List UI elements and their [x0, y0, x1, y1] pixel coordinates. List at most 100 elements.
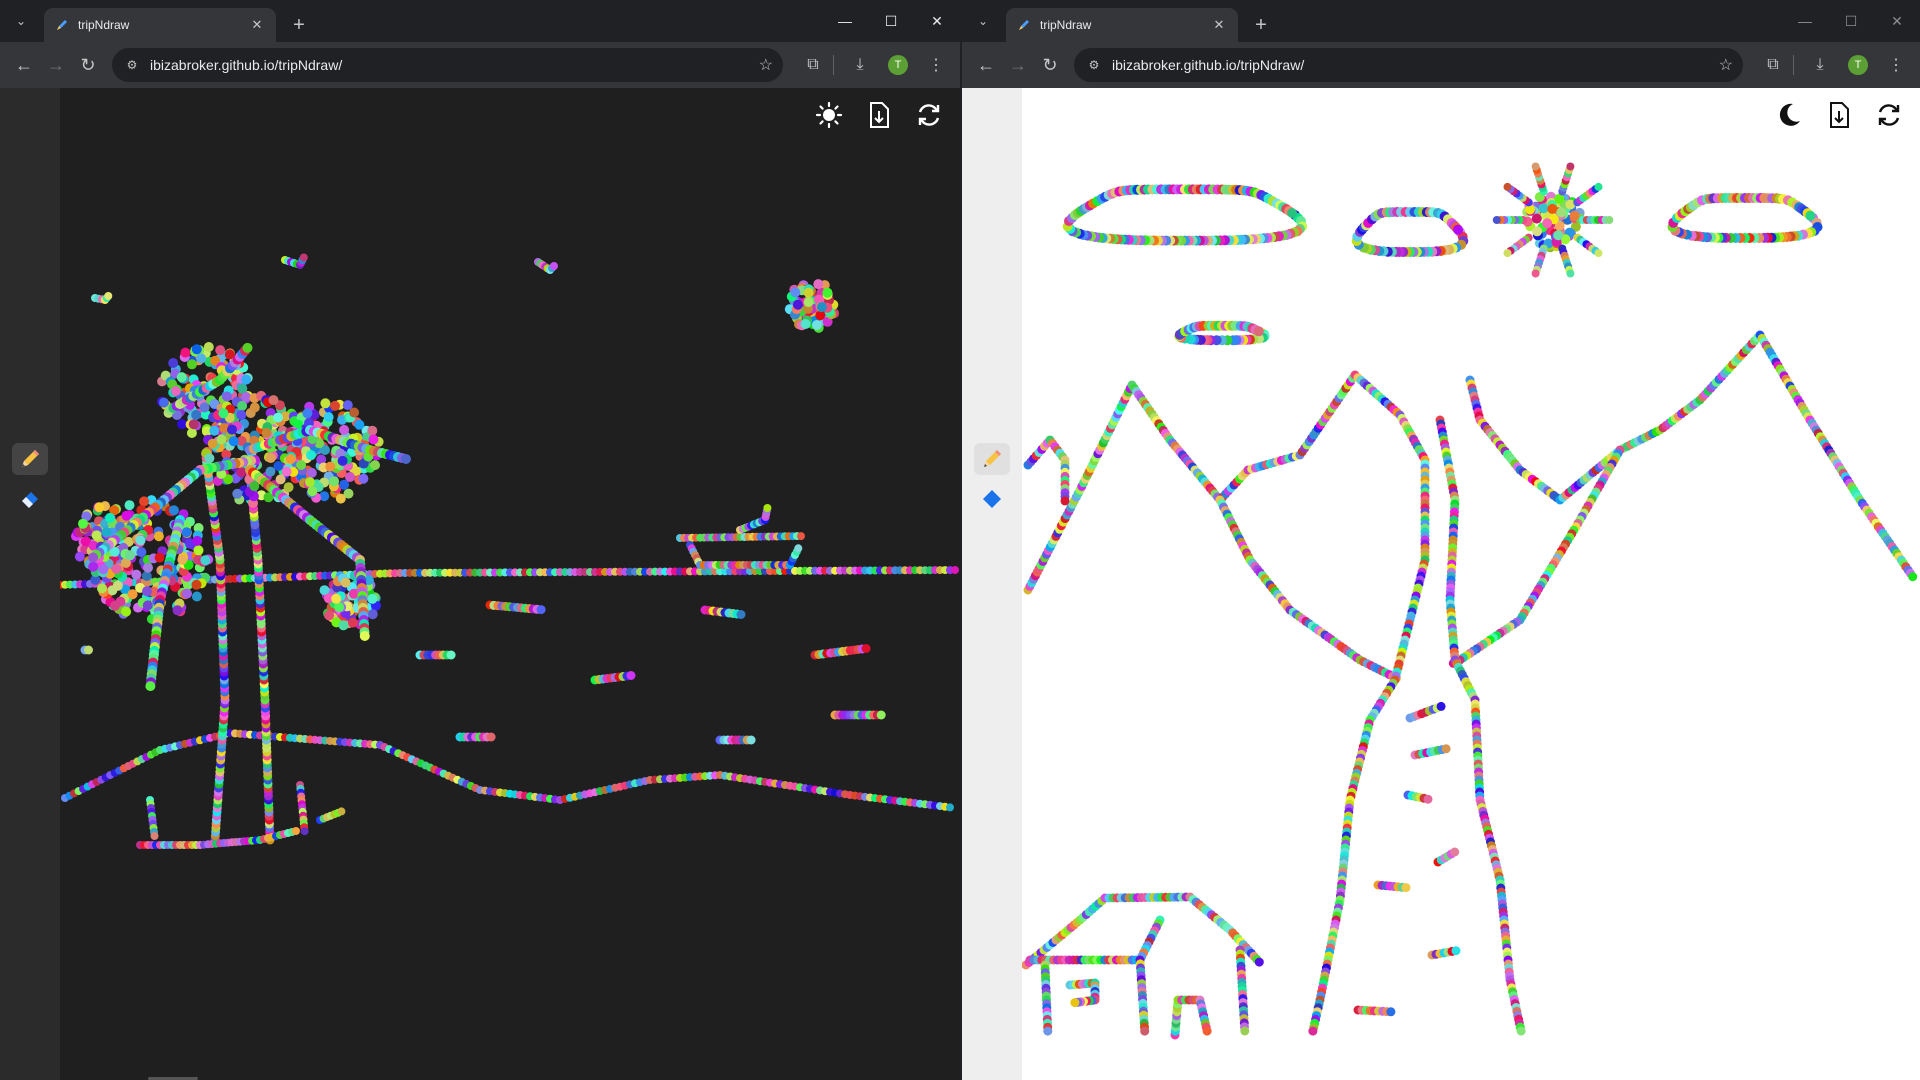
address-bar[interactable]: ⚙ ibizabroker.github.io/tripNdraw/ ☆	[1074, 48, 1743, 82]
tab-search-button[interactable]: ⌄	[968, 6, 998, 36]
chevron-down-icon: ⌄	[15, 14, 27, 28]
profile-button[interactable]: T	[882, 49, 914, 81]
profile-button[interactable]: T	[1842, 49, 1874, 81]
shore-stroke	[61, 729, 954, 812]
drawing-canvas[interactable]	[60, 88, 960, 1080]
close-tab-icon[interactable]: ✕	[248, 16, 266, 34]
new-tab-button[interactable]: +	[1246, 10, 1276, 40]
maximize-button[interactable]: ☐	[1828, 0, 1874, 42]
theme-toggle-button[interactable]	[812, 98, 846, 132]
cloud-stroke	[1667, 193, 1823, 243]
reset-canvas-button[interactable]	[912, 98, 946, 132]
cloud-stroke	[1174, 320, 1270, 346]
menu-icon[interactable]: ⋮	[920, 49, 952, 81]
pencil-icon	[984, 450, 1001, 467]
extensions-icon[interactable]: ⧉	[1757, 49, 1789, 81]
drawing-canvas[interactable]	[1022, 88, 1920, 1080]
tool-panel	[962, 88, 1022, 1080]
app-actions	[812, 98, 946, 132]
tab-tripndraw[interactable]: tripNdraw ✕	[1006, 8, 1238, 42]
bookmark-star-icon[interactable]: ☆	[759, 55, 773, 75]
downloads-icon[interactable]: ⤓	[1804, 49, 1836, 81]
ripple-stroke	[830, 710, 886, 720]
toolbar-divider	[1793, 55, 1794, 75]
minimize-button[interactable]: —	[1782, 0, 1828, 42]
eraser-tool-button[interactable]	[12, 483, 48, 515]
close-window-button[interactable]: ✕	[1874, 0, 1920, 42]
minimize-button[interactable]: —	[822, 0, 868, 42]
grass-tuft	[146, 796, 159, 840]
pencil-tool-button[interactable]	[974, 443, 1010, 475]
ripple-stroke	[715, 735, 756, 745]
url-text: ibizabroker.github.io/tripNdraw/	[1112, 57, 1305, 73]
tool-panel	[0, 88, 60, 1080]
back-button[interactable]: ←	[8, 49, 40, 81]
river-ripple	[1405, 701, 1446, 723]
sun-ray	[1573, 182, 1603, 207]
pencil-tool-button[interactable]	[12, 443, 48, 475]
bird-stroke	[91, 292, 113, 304]
theme-toggle-button[interactable]	[1772, 98, 1806, 132]
moon-blob	[784, 279, 840, 333]
pencil-favicon-icon	[1016, 17, 1032, 33]
house-wall	[1040, 960, 1053, 1036]
back-button[interactable]: ←	[970, 49, 1002, 81]
forward-button[interactable]: →	[40, 49, 72, 81]
maximize-button[interactable]: ☐	[868, 0, 914, 42]
river-ripple	[1410, 744, 1451, 760]
tab-strip: ⌄ tripNdraw ✕ +	[962, 0, 1920, 42]
eraser-icon	[22, 492, 38, 508]
bird-stroke	[534, 258, 558, 274]
site-info-icon[interactable]: ⚙	[122, 55, 142, 75]
download-file-icon	[1830, 102, 1849, 128]
new-tab-button[interactable]: +	[284, 10, 314, 40]
river-stroke	[1435, 415, 1526, 1036]
sun-ray	[1573, 233, 1603, 258]
house-roof	[1185, 892, 1264, 967]
river-ripple	[1427, 946, 1461, 960]
toolbar-divider	[833, 55, 834, 75]
mountain-stroke	[1465, 330, 1918, 582]
reload-button[interactable]: ↻	[72, 49, 104, 81]
reload-button[interactable]: ↻	[1034, 49, 1066, 81]
download-button[interactable]	[1822, 98, 1856, 132]
downloads-icon[interactable]: ⤓	[844, 49, 876, 81]
river-ripple	[1373, 880, 1411, 893]
sun-icon	[815, 101, 843, 129]
forward-button[interactable]: →	[1002, 49, 1034, 81]
river-ripple	[1353, 1005, 1396, 1017]
sun-ray	[1503, 182, 1533, 207]
close-window-button[interactable]: ✕	[914, 0, 960, 42]
chevron-down-icon: ⌄	[977, 14, 989, 28]
palm-trunk	[245, 469, 275, 845]
ripple-stroke	[700, 605, 746, 619]
river-ripple	[1403, 790, 1433, 804]
mountain-stroke	[1215, 495, 1401, 683]
menu-icon[interactable]: ⋮	[1880, 49, 1912, 81]
pencil-favicon-icon	[54, 17, 70, 33]
house-door	[1170, 995, 1212, 1040]
house-wall	[1135, 915, 1165, 1036]
browser-toolbar: ← → ↻ ⚙ ibizabroker.github.io/tripNdraw/…	[0, 42, 960, 88]
reset-canvas-button[interactable]	[1872, 98, 1906, 132]
canvas-drawing-left	[60, 253, 959, 849]
refresh-icon	[918, 104, 940, 126]
ripple-stroke	[80, 645, 93, 655]
canvas-drawing-right	[1022, 162, 1918, 1040]
moon-icon	[1779, 103, 1800, 126]
avatar: T	[1848, 55, 1868, 75]
download-file-icon	[870, 102, 889, 128]
tab-search-button[interactable]: ⌄	[6, 6, 36, 36]
site-info-icon[interactable]: ⚙	[1084, 55, 1104, 75]
address-bar[interactable]: ⚙ ibizabroker.github.io/tripNdraw/ ☆	[112, 48, 783, 82]
tab-tripndraw[interactable]: tripNdraw ✕	[44, 8, 276, 42]
close-tab-icon[interactable]: ✕	[1210, 16, 1228, 34]
bookmark-star-icon[interactable]: ☆	[1719, 55, 1733, 75]
extensions-icon[interactable]: ⧉	[797, 49, 829, 81]
tab-title: tripNdraw	[78, 18, 130, 32]
eraser-tool-button[interactable]	[974, 483, 1010, 515]
app-actions	[1772, 98, 1906, 132]
boat-stroke	[686, 541, 803, 569]
palm-trunk	[201, 449, 230, 845]
download-button[interactable]	[862, 98, 896, 132]
